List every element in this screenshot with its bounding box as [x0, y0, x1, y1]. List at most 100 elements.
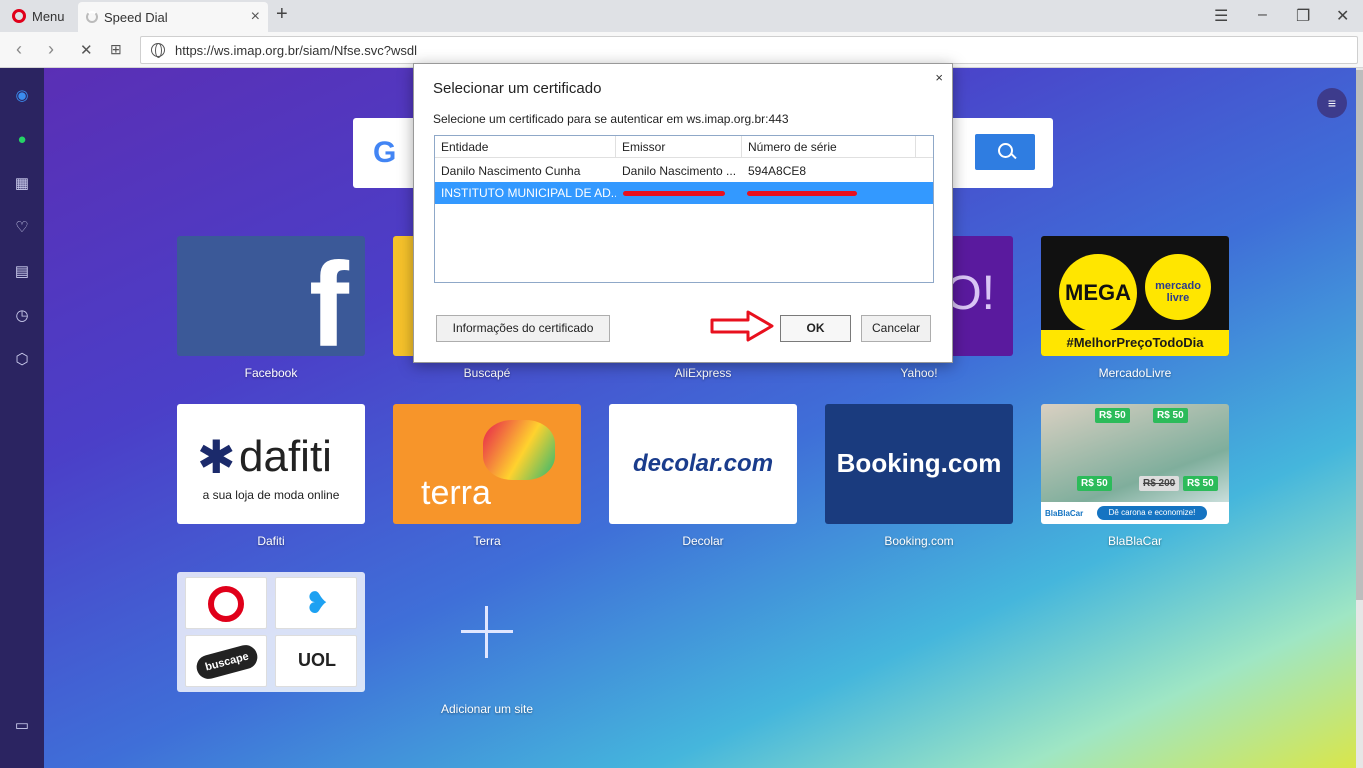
speed-dial-icon[interactable]: ▦ [12, 174, 32, 194]
tile-decolar[interactable]: decolar.com [609, 404, 797, 524]
cell-entity: Danilo Nascimento Cunha [441, 164, 581, 178]
folder-twitter[interactable]: ❥ [275, 577, 357, 629]
red-arrow-annotation [710, 310, 774, 342]
history-icon[interactable]: ◷ [12, 306, 32, 326]
blablacar-logo: BlaBlaCar [1045, 509, 1084, 518]
mercadolivre-logo: mercado livre [1145, 254, 1211, 320]
stop-loading-button[interactable]: ✕ [80, 41, 93, 59]
menu-label: Menu [32, 8, 65, 24]
tile-mercadolivre[interactable]: MEGA mercado livre #MelhorPreçoTodoDia [1041, 236, 1229, 356]
terra-logo-icon [483, 420, 555, 480]
tile-label: Dafiti [257, 534, 285, 548]
loading-spinner-icon [86, 11, 98, 23]
tile-facebook[interactable]: f [177, 236, 365, 356]
tile-label: Buscapé [463, 366, 511, 380]
decolar-logo: decolar.com [632, 450, 774, 477]
tile-folder[interactable]: ❥ buscape UOL [177, 572, 365, 692]
certificate-info-button[interactable]: Informações do certificado [436, 315, 610, 342]
tab-strip: Menu Speed Dial × + ☰ – ❐ ✕ [0, 0, 1363, 32]
add-site-label[interactable]: Adicionar um site [393, 702, 581, 716]
url-field[interactable]: https://ws.imap.org.br/siam/Nfse.svc?wsd… [140, 36, 1358, 64]
search-button[interactable] [975, 134, 1035, 170]
tile-label: AliExpress [674, 366, 732, 380]
dialog-title: Selecionar um certificado [433, 80, 602, 97]
opera-logo-icon [12, 9, 26, 23]
uol-logo: UOL [298, 650, 336, 670]
price-tag: R$ 50 [1095, 408, 1130, 423]
heart-icon[interactable]: ♡ [12, 218, 32, 238]
buscape-logo: buscape [193, 642, 261, 682]
column-header[interactable]: Número de série [742, 136, 916, 158]
close-window-button[interactable]: ✕ [1336, 6, 1349, 26]
tile-label: MercadoLivre [1098, 366, 1172, 380]
tab-speed-dial[interactable]: Speed Dial × [78, 2, 268, 32]
blabla-slogan: Dê carona e economize! [1097, 506, 1207, 520]
scrollbar-thumb[interactable] [1356, 70, 1363, 600]
certificate-list[interactable]: Entidade Emissor Número de série Danilo … [434, 135, 934, 283]
booking-logo: Booking.com [836, 448, 1002, 478]
tabs-grid-icon[interactable]: ⊞ [110, 41, 122, 58]
redaction-mark [623, 191, 725, 196]
blabla-footer: BlaBlaCar Dê carona e economize! [1041, 502, 1229, 524]
redaction-mark [747, 191, 857, 196]
sidebar: ◉ ● ▦ ♡ ▤ ◷ ⬡ ▭ [0, 68, 44, 768]
restore-button[interactable]: ❐ [1296, 6, 1310, 26]
add-site-plus-icon[interactable] [461, 606, 513, 658]
sidebar-toggle-icon[interactable]: ▭ [12, 716, 32, 736]
tab-title: Speed Dial [104, 9, 168, 25]
tile-label: Booking.com [884, 534, 954, 548]
opera-menu-button[interactable]: Menu [4, 4, 73, 28]
tab-close-icon[interactable]: × [251, 8, 260, 26]
extensions-icon[interactable]: ⬡ [12, 350, 32, 370]
whatsapp-icon[interactable]: ● [12, 130, 32, 150]
table-row-selected[interactable]: INSTITUTO MUNICIPAL DE AD... [435, 182, 933, 204]
cell-entity: INSTITUTO MUNICIPAL DE AD... [441, 186, 616, 200]
tile-label: Yahoo! [900, 366, 938, 380]
table-header: Entidade Emissor Número de série [435, 136, 933, 158]
dafiti-leaf-icon: ✱ [197, 431, 236, 483]
news-icon[interactable]: ▤ [12, 262, 32, 282]
opera-logo-icon [208, 586, 244, 622]
globe-icon [151, 43, 165, 58]
price-tag: R$ 50 [1077, 476, 1112, 491]
cell-serial: 594A8CE8 [748, 164, 807, 178]
new-tab-button[interactable]: + [276, 3, 288, 26]
tile-label: BlaBlaCar [1107, 534, 1163, 548]
price-tag: R$ 50 [1153, 408, 1188, 423]
dialog-close-icon[interactable]: × [935, 70, 943, 85]
terra-logo: terra [421, 474, 491, 512]
folder-uol[interactable]: UOL [275, 635, 357, 687]
folder-opera[interactable] [185, 577, 267, 629]
certificate-dialog: Selecionar um certificado × Selecione um… [413, 63, 953, 363]
url-text: https://ws.imap.org.br/siam/Nfse.svc?wsd… [175, 42, 418, 58]
forward-button[interactable]: › [48, 39, 54, 60]
column-header[interactable]: Entidade [435, 136, 616, 158]
dafiti-tagline: a sua loja de moda online [202, 488, 340, 502]
tile-terra[interactable]: terra [393, 404, 581, 524]
tile-label: Terra [473, 534, 501, 548]
tile-dafiti[interactable]: ✱ dafiti a sua loja de moda online [177, 404, 365, 524]
back-button[interactable]: ‹ [16, 39, 22, 60]
tab-menu-icon[interactable]: ☰ [1214, 6, 1228, 26]
table-row[interactable]: Danilo Nascimento Cunha Danilo Nasciment… [435, 160, 933, 182]
column-header[interactable]: Emissor [616, 136, 742, 158]
price-tag: R$ 50 [1183, 476, 1218, 491]
dafiti-logo: dafiti [239, 432, 332, 481]
mercado-banner: #MelhorPreçoTodoDia [1041, 330, 1229, 356]
google-logo-icon: G [373, 136, 397, 169]
easy-setup-icon[interactable]: ≡ [1317, 88, 1347, 118]
minimize-button[interactable]: – [1258, 6, 1267, 24]
cancel-button[interactable]: Cancelar [861, 315, 931, 342]
tile-label: Decolar [682, 534, 724, 548]
mega-badge: MEGA [1059, 254, 1137, 332]
ok-button[interactable]: OK [780, 315, 851, 342]
cell-issuer: Danilo Nascimento ... [622, 164, 737, 178]
folder-buscape[interactable]: buscape [185, 635, 267, 687]
tile-blablacar[interactable]: R$ 50 R$ 50 R$ 50 R$ 200 R$ 50 BlaBlaCar… [1041, 404, 1229, 524]
facebook-logo-icon: f [309, 238, 349, 356]
tile-booking[interactable]: Booking.com [825, 404, 1013, 524]
twitter-bird-icon: ❥ [304, 587, 330, 620]
dialog-subtitle: Selecione um certificado para se autenti… [433, 112, 789, 126]
tile-label: Facebook [244, 366, 298, 380]
messenger-icon[interactable]: ◉ [12, 86, 32, 106]
